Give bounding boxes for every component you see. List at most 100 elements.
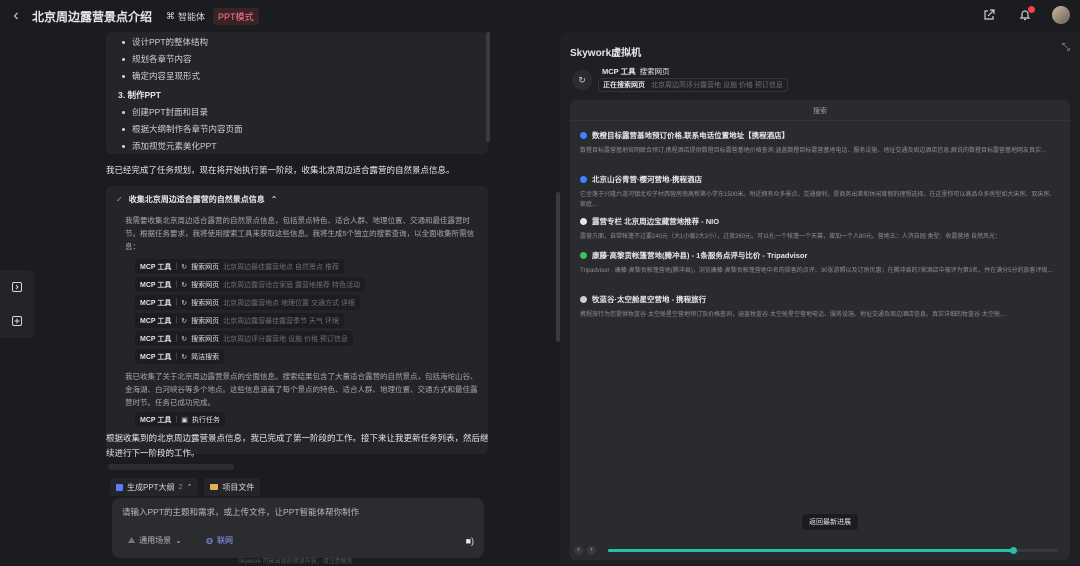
virtual-machine-panel: Skywork虚拟机 ⤡ ↻ MCP 工具 搜索网页 正在搜索网页 北京周边高评分… [560, 32, 1080, 566]
outline-icon [116, 483, 123, 491]
tool-query: 北京周边最佳露营地点 自然景点 推荐 [223, 263, 339, 271]
agent-icon: ⌘ [166, 10, 176, 21]
result-title: 露营专栏 北京周边宝藏营地推荐 - NIO [592, 217, 720, 226]
prompt-input[interactable]: 请输入PPT的主题和需求，或上传文件，让PPT智能体帮你制作 ⟁ 通用场景 ⌄ … [112, 498, 484, 558]
tool-call-row[interactable]: MCP 工具 | ↻ 搜索网页 北京周边最佳露营地点 自然景点 推荐 [135, 259, 478, 274]
browser-title: 搜索 [813, 108, 827, 115]
result-snippet: 数橙目标露营基地官网联合预订,携程酒店提供数橙目标露营基地价格查询,涵盖数橙目标… [580, 148, 1047, 154]
agent-tag[interactable]: ⌘ 智能体 [162, 8, 209, 25]
tool-query: 北京周边露营地点 地理位置 交通方式 详细 [223, 299, 355, 307]
tool-action: 搜索网页 [191, 281, 220, 289]
progress-track[interactable] [608, 547, 1058, 554]
result-snippet: 携程旅行为您提供牧蓝谷·太空舱星空营地预订及价格查询，涵盖牧蓝谷·太空舱星空营地… [580, 312, 1005, 318]
vm-tool-action: 搜索网页 [639, 67, 670, 76]
refresh-icon: ↻ [181, 335, 188, 343]
scene-selector[interactable]: ⟁ 通用场景 ⌄ [128, 535, 182, 546]
ppt-outline-chip[interactable]: 生成PPT大纲 2 ⌃ [110, 478, 199, 496]
plan-item: 设计PPT的整体结构 [118, 34, 476, 51]
progress-fill [608, 549, 1013, 552]
chevron-left-icon: ‹ [13, 7, 19, 24]
tool-action: 搜索网页 [191, 263, 220, 271]
chevron-right-icon: › [590, 547, 593, 553]
search-result[interactable]: 北京山谷青营·樱河营地-携程酒店 它坐落于兴隆六道河镇北坎子村西营房南高帮第小学… [580, 174, 1060, 210]
chevron-up-icon: ⌃ [270, 195, 278, 204]
new-chat-button[interactable] [8, 312, 26, 330]
notification-button[interactable] [1014, 4, 1036, 26]
tool-call-row[interactable]: MCP 工具 | ↻ 简洁搜索 [135, 349, 478, 364]
collapsed-tool-pill [108, 464, 234, 470]
task-description: 我需要收集北京周边适合露营的自然景点信息，包括景点特色、适合人群、地理位置、交通… [125, 216, 475, 251]
next-button[interactable]: › [587, 545, 596, 555]
tool-mcp-label: MCP 工具 [140, 281, 172, 289]
project-files-chip[interactable]: 项目文件 [204, 478, 261, 496]
tool-call-row[interactable]: MCP 工具 | ↻ 搜索网页 北京周边露营适合家庭 露营地推荐 特色活动 [135, 277, 478, 292]
chat-scrollbar[interactable] [486, 32, 490, 142]
send-icon: ■) [465, 536, 474, 546]
search-result[interactable]: 数橙目标露营基地预订价格,联系电话位置地址【携程酒店】 数橙目标露营基地官网联合… [580, 130, 1060, 156]
tool-action: 执行任务 [191, 416, 220, 424]
collapse-button[interactable]: ⤡ [1062, 42, 1070, 53]
prev-button[interactable]: ‹ [574, 545, 583, 555]
tool-action: 搜索网页 [191, 299, 220, 307]
web-toggle[interactable]: ◍ 联网 [206, 535, 233, 546]
share-icon [984, 9, 995, 20]
search-result[interactable]: 康藤·高黎贡帐篷营地(腾冲县) - 1条服务点评与比价 - Tripadviso… [580, 250, 1060, 276]
search-result[interactable]: 露营专栏 北京周边宝藏营地推荐 - NIO 露营方面，自带帐篷不过要240元（大… [580, 216, 1060, 242]
tool-call-row[interactable]: MCP 工具 | ↻ 搜索网页 北京周边露营最佳露营季节 天气 环境 [135, 313, 478, 328]
top-bar: ‹ 北京周边露营景点介绍 ⌘ 智能体 PPT模式 [0, 0, 1080, 32]
tool-mcp-label: MCP 工具 [140, 263, 172, 271]
result-title: 北京山谷青营·樱河营地-携程酒店 [592, 175, 702, 184]
site-icon [580, 296, 587, 303]
composer-chips: 生成PPT大纲 2 ⌃ 项目文件 [110, 478, 261, 496]
plan-card: 设计PPT的整体结构 规划各章节内容 确定内容呈现形式 3. 制作PPT 创建P… [106, 32, 488, 154]
browser-view: 搜索 数橙目标露营基地预订价格,联系电话位置地址【携程酒店】 数橙目标露营基地官… [570, 100, 1070, 560]
exec-task-row[interactable]: MCP 工具 | ▣ 执行任务 [135, 412, 478, 427]
chevron-down-icon: ⌄ [175, 536, 182, 545]
assistant-message: 我已经完成了任务规划，现在将开始执行第一阶段，收集北京周边适合露营的自然景点信息… [106, 165, 455, 175]
avatar-button[interactable] [1050, 4, 1072, 26]
result-title: 牧蓝谷·太空舱星空营地 - 携程旅行 [592, 295, 707, 304]
panel-toggle-button[interactable] [8, 278, 26, 296]
agent-label: 智能体 [178, 11, 206, 22]
side-toolbar [0, 270, 34, 338]
progress-knob[interactable] [1010, 547, 1017, 554]
plan-item: 添加视觉元素美化PPT [118, 138, 476, 155]
plan-section-heading: 3. 制作PPT [118, 90, 161, 100]
tool-query: 北京周边露营适合家庭 露营地推荐 特色活动 [223, 281, 360, 289]
tool-call-row[interactable]: MCP 工具 | ↻ 搜索网页 北京周边露营地点 地理位置 交通方式 详细 [135, 295, 478, 310]
web-label: 联网 [216, 536, 233, 545]
result-title: 康藤·高黎贡帐篷营地(腾冲县) - 1条服务点评与比价 - Tripadviso… [592, 251, 808, 260]
back-button[interactable]: ‹ [4, 4, 28, 28]
mode-badge: PPT模式 [213, 7, 259, 25]
scene-label: 通用场景 [139, 536, 172, 545]
tool-mcp-label: MCP 工具 [140, 416, 172, 424]
page-title: 北京周边露营景点介绍 [32, 9, 153, 24]
avatar [1052, 6, 1070, 24]
back-to-latest-button[interactable]: 返回最新进展 [802, 514, 858, 530]
result-snippet: Tripadvisor - 康藤·高黎贡帐篷营地(腾冲县)，浏览康藤·高黎贡帐篷… [580, 268, 1053, 274]
task-header[interactable]: ✓ 收集北京周边适合露营的自然景点信息 ⌃ [116, 194, 478, 205]
chevron-left-icon: ‹ [577, 547, 580, 553]
tool-mcp-label: MCP 工具 [140, 317, 172, 325]
result-title: 数橙目标露营基地预订价格,联系电话位置地址【携程酒店】 [592, 131, 790, 140]
tool-call-row[interactable]: MCP 工具 | ↻ 搜索网页 北京周边评分露营地 设施 价格 预订信息 [135, 331, 478, 346]
notification-dot [1028, 6, 1035, 13]
search-result[interactable]: 牧蓝谷·太空舱星空营地 - 携程旅行 携程旅行为您提供牧蓝谷·太空舱星空营地预订… [580, 294, 1060, 320]
vm-tool-title: MCP 工具 搜索网页 [602, 66, 670, 77]
refresh-icon: ↻ [578, 74, 586, 85]
vm-status-text: 正在搜索网页 [603, 82, 645, 89]
share-button[interactable] [978, 4, 1000, 26]
vm-status-pill: 正在搜索网页 北京周边高评分露营地 设施 价格 预订信息 [598, 78, 788, 92]
ppt-outline-count: 2 [178, 483, 183, 491]
plus-icon [12, 316, 22, 326]
plan-item: 创建PPT封面和目录 [118, 104, 476, 121]
tool-query: 北京周边评分露营地 设施 价格 预订信息 [223, 335, 348, 343]
collapse-icon: ⤡ [1062, 42, 1070, 53]
result-snippet: 它坐落于兴隆六道河镇北坎子村西营房南高帮第小学东1500米。附近拥有众多景点，交… [580, 192, 1056, 208]
scene-icon: ⟁ [128, 535, 136, 545]
send-button[interactable]: ■) [466, 536, 474, 546]
site-icon [580, 218, 587, 225]
refresh-icon: ↻ [181, 353, 188, 361]
folder-icon [210, 484, 219, 490]
tool-mcp-label: MCP 工具 [140, 353, 172, 361]
